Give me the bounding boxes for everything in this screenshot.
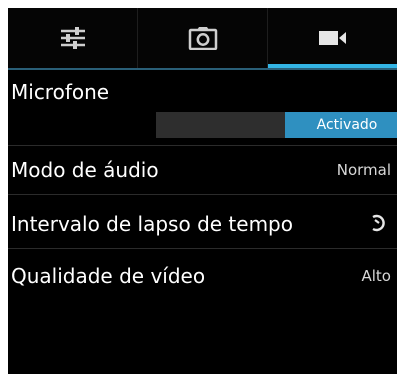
video-quality-label[interactable]: Qualidade de vídeo <box>11 264 205 288</box>
timer-icon[interactable] <box>369 213 389 233</box>
audio-mode-label[interactable]: Modo de áudio <box>11 158 159 182</box>
audio-mode-value[interactable]: Normal <box>337 160 391 180</box>
camera-settings-panel: Microfone Activado Modo de áudio Normal … <box>8 8 397 374</box>
video-quality-value[interactable]: Alto <box>362 266 392 286</box>
microphone-toggle-on-label: Activado <box>285 112 397 138</box>
tab-general-settings[interactable] <box>8 8 138 68</box>
tab-camera-settings[interactable] <box>138 8 268 68</box>
microphone-toggle[interactable]: Activado <box>156 112 397 138</box>
row-divider <box>8 248 397 249</box>
camera-icon <box>188 27 217 50</box>
video-camera-icon <box>318 31 346 45</box>
tab-video-settings[interactable] <box>268 8 397 68</box>
settings-tab-bar <box>8 8 397 68</box>
microphone-label: Microfone <box>11 80 110 104</box>
row-divider <box>8 194 397 195</box>
row-divider <box>8 145 397 146</box>
tab-bar-divider <box>8 68 397 70</box>
time-lapse-label[interactable]: Intervalo de lapso de tempo <box>11 212 293 236</box>
sliders-icon <box>60 27 85 49</box>
